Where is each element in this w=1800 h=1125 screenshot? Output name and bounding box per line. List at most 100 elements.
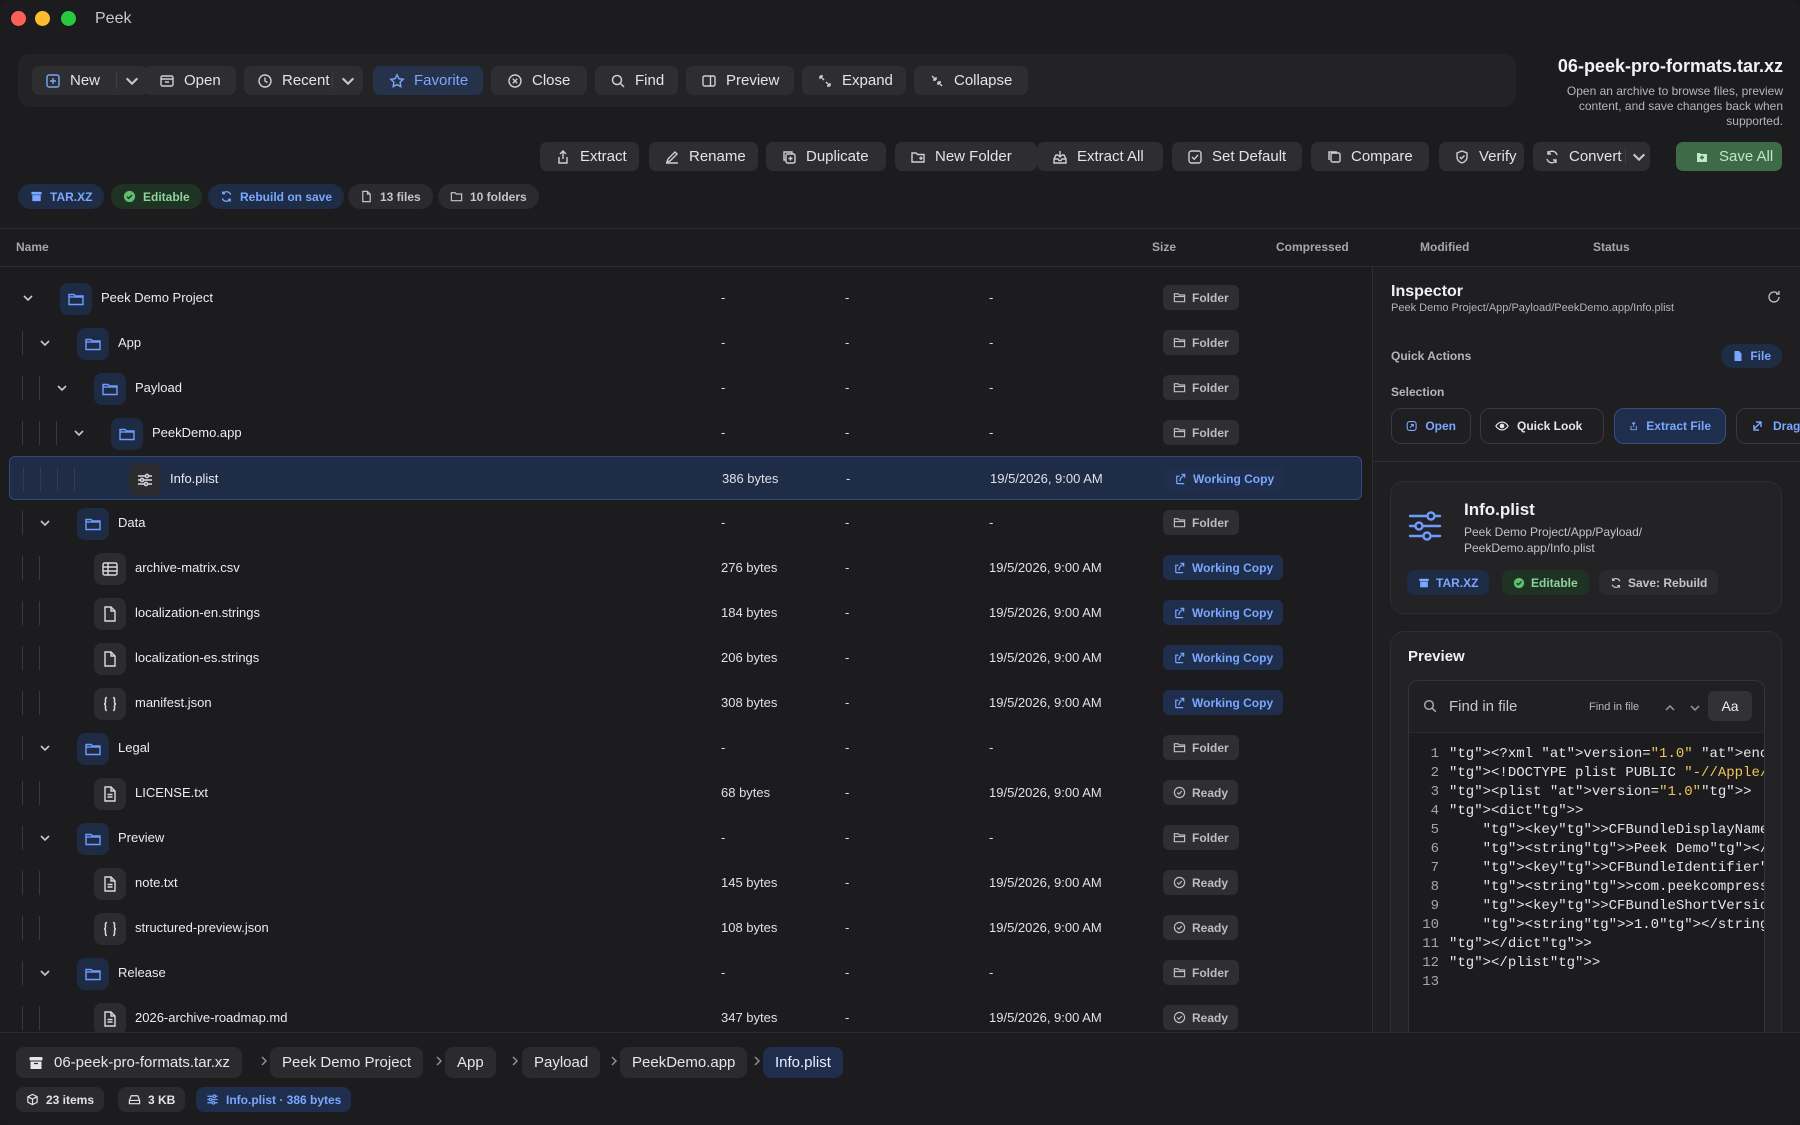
disclosure-chevron-icon[interactable] [55, 381, 69, 395]
breadcrumb-item[interactable]: 06-peek-pro-formats.tar.xz [16, 1047, 242, 1078]
column-header-name[interactable]: Name [16, 240, 49, 254]
save-mode-label: Save: Rebuild [1628, 575, 1708, 590]
refresh-icon[interactable] [1766, 289, 1782, 305]
folders-count-badge: 10 folders [438, 184, 539, 209]
save-all-button[interactable]: Save All [1676, 142, 1782, 171]
line-number: 13 [1422, 974, 1439, 990]
duplicate-button[interactable]: Duplicate [766, 142, 886, 171]
column-header-status[interactable]: Status [1593, 240, 1630, 254]
status-badge: Folder [1163, 285, 1239, 310]
collapse-button[interactable]: Collapse [914, 66, 1028, 95]
folder-row[interactable]: Data - - - Folder [9, 501, 1362, 545]
folder-row[interactable]: Peek Demo Project - - - Folder [9, 276, 1362, 320]
code-text: "tg"><dict"tg">> [1449, 803, 1584, 819]
disclosure-chevron-icon[interactable] [38, 516, 52, 530]
find-button[interactable]: Find [595, 66, 678, 95]
compare-button[interactable]: Compare [1311, 142, 1429, 171]
compressed-cell: - [845, 515, 850, 530]
modified-cell: - [989, 335, 994, 350]
chevron-up-icon[interactable] [1664, 701, 1676, 713]
size-cell: 308 bytes [721, 695, 778, 710]
zoom-window-button[interactable] [61, 11, 76, 26]
folder-icon [77, 958, 109, 990]
column-header-modified[interactable]: Modified [1420, 240, 1469, 254]
status-label: Folder [1192, 515, 1229, 530]
tree-guide [39, 556, 40, 580]
chevron-down-icon[interactable] [121, 66, 143, 95]
divider [1373, 461, 1800, 462]
column-header-compressed[interactable]: Compressed [1276, 240, 1349, 254]
drag-button[interactable]: Drag [1736, 408, 1800, 444]
disclosure-chevron-icon[interactable] [72, 426, 86, 440]
disclosure-chevron-icon[interactable] [38, 966, 52, 980]
open-button[interactable]: Open [144, 66, 236, 95]
breadcrumb-item[interactable]: Info.plist [763, 1047, 843, 1078]
minimize-window-button[interactable] [35, 11, 50, 26]
sliders-icon [129, 464, 161, 496]
file-row[interactable]: structured-preview.json 108 bytes - 19/5/20… [9, 906, 1362, 950]
close-window-button[interactable] [11, 11, 26, 26]
breadcrumb-item[interactable]: App [445, 1047, 496, 1078]
folder-row[interactable]: Payload - - - Folder [9, 366, 1362, 410]
modified-cell: 19/5/2026, 9:00 AM [989, 1010, 1102, 1025]
app-title: Peek [95, 10, 132, 27]
file-row[interactable]: Info.plist 386 bytes - 19/5/2026, 9:00 AM Wo… [9, 456, 1362, 500]
recent-button[interactable]: Recent [244, 66, 363, 95]
compressed-cell: - [845, 920, 850, 935]
convert-button[interactable]: Convert [1533, 142, 1650, 171]
compressed-cell: - [845, 830, 850, 845]
extract-all-button[interactable]: Extract All [1037, 142, 1163, 171]
file-row[interactable]: 2026-archive-roadmap.md 347 bytes - 19/5/20… [9, 996, 1362, 1032]
check-circle-icon [1173, 786, 1186, 799]
file-row[interactable]: archive-matrix.csv 276 bytes - 19/5/2026, 9… [9, 546, 1362, 590]
folder-row[interactable]: PeekDemo.app - - - Folder [9, 411, 1362, 455]
find-in-file-input[interactable] [1449, 698, 1579, 715]
rename-button[interactable]: Rename [649, 142, 758, 171]
status-footer: 23 items 3 KB Info.plist · 386 bytes 06-… [0, 1032, 1800, 1125]
clock-icon [256, 72, 274, 90]
set-default-button[interactable]: Set Default [1172, 142, 1302, 171]
status-badge: Folder [1163, 825, 1239, 850]
extract-file-button[interactable]: Extract File [1614, 408, 1726, 444]
breadcrumb-item[interactable]: Payload [522, 1047, 601, 1078]
preview-card: Preview Find in file Aa 1 "tg"><?xml "at"… [1390, 631, 1782, 1033]
file-row[interactable]: localization-es.strings 206 bytes - 19/5/20… [9, 636, 1362, 680]
folder-row[interactable]: Release - - - Folder [9, 951, 1362, 995]
column-header-size[interactable]: Size [1152, 240, 1176, 254]
match-case-toggle[interactable]: Aa [1708, 691, 1752, 721]
file-type-pill[interactable]: File [1721, 344, 1782, 368]
line-number: 10 [1422, 917, 1439, 933]
disclosure-chevron-icon[interactable] [38, 336, 52, 350]
extract-all-button-label: Extract All [1077, 148, 1144, 165]
selected-file-name: Info.plist [1464, 500, 1535, 519]
open-file-button[interactable]: Open [1391, 408, 1471, 444]
file-row[interactable]: LICENSE.txt 68 bytes - 19/5/2026, 9:00 AM Re… [9, 771, 1362, 815]
folder-row[interactable]: Preview - - - Folder [9, 816, 1362, 860]
folder-row[interactable]: Legal - - - Folder [9, 726, 1362, 770]
disclosure-chevron-icon[interactable] [38, 831, 52, 845]
breadcrumb-item[interactable]: Peek Demo Project [270, 1047, 424, 1078]
disclosure-chevron-icon[interactable] [38, 741, 52, 755]
extract-button[interactable]: Extract [540, 142, 639, 171]
breadcrumb-item[interactable]: PeekDemo.app [620, 1047, 748, 1078]
verify-button[interactable]: Verify [1439, 142, 1524, 171]
expand-button[interactable]: Expand [802, 66, 906, 95]
folder-row[interactable]: App - - - Folder [9, 321, 1362, 365]
disclosure-chevron-icon[interactable] [21, 291, 35, 305]
inspector-title: Inspector [1391, 283, 1464, 300]
close-archive-button[interactable]: Close [491, 66, 587, 95]
quick-look-button[interactable]: Quick Look [1480, 408, 1604, 444]
file-row[interactable]: localization-en.strings 184 bytes - 19/5/20… [9, 591, 1362, 635]
size-cell: - [721, 425, 726, 440]
favorite-button[interactable]: Favorite [373, 66, 483, 95]
file-row[interactable]: note.txt 145 bytes - 19/5/2026, 9:00 AM Read… [9, 861, 1362, 905]
file-row[interactable]: manifest.json 308 bytes - 19/5/2026, 9:00 A… [9, 681, 1362, 725]
compressed-cell: - [845, 380, 850, 395]
new-button[interactable]: New [32, 66, 148, 95]
chevron-down-icon[interactable] [1628, 142, 1650, 171]
file-name: Peek Demo Project [101, 290, 213, 305]
chevron-down-icon[interactable] [337, 66, 359, 95]
chevron-down-icon[interactable] [1689, 701, 1701, 713]
new-folder-button[interactable]: New Folder [895, 142, 1037, 171]
preview-button[interactable]: Preview [686, 66, 794, 95]
